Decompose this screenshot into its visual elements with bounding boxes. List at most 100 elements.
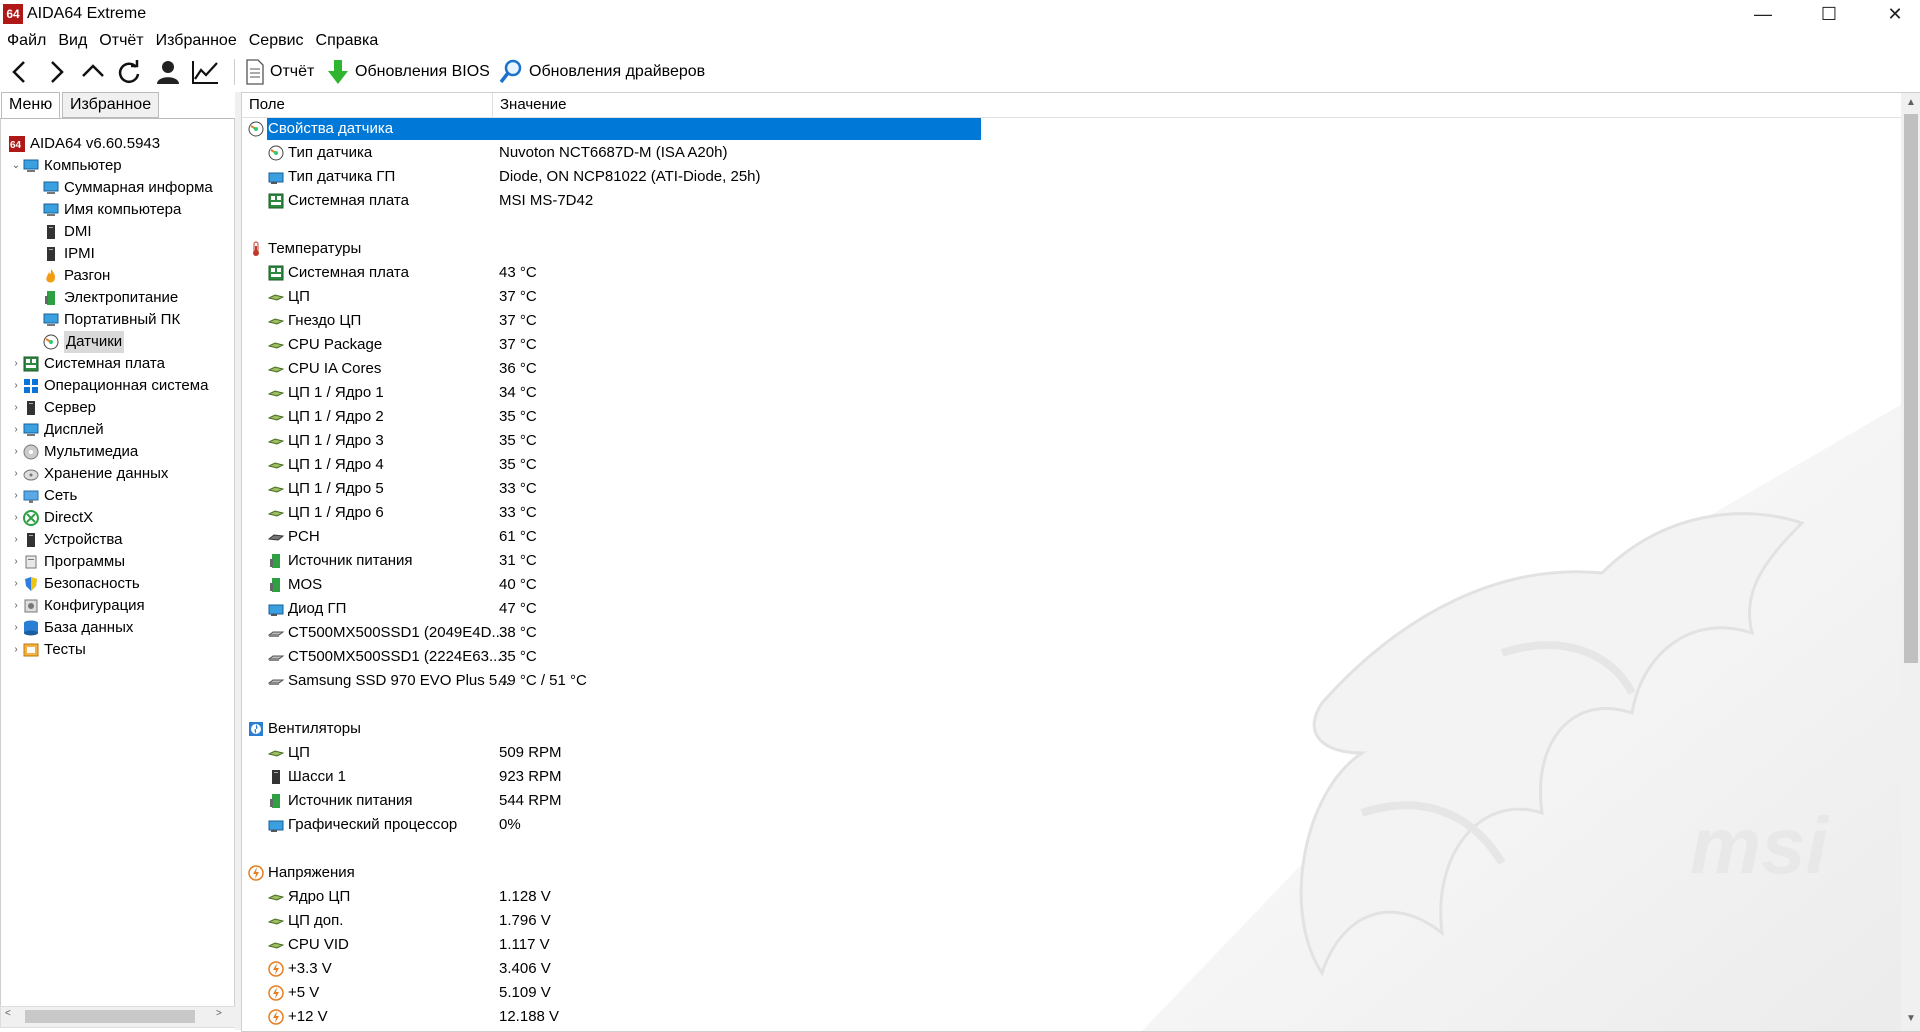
chevron-down-icon[interactable]: ⌄: [9, 155, 23, 177]
forward-button[interactable]: [44, 57, 68, 87]
section-header[interactable]: Вентиляторы: [242, 717, 1642, 741]
tree-item[interactable]: › Тесты: [9, 639, 86, 661]
chevron-right-icon[interactable]: ›: [9, 529, 23, 551]
chevron-right-icon[interactable]: ›: [9, 639, 23, 661]
section-header[interactable]: Свойства датчика: [242, 117, 1642, 141]
menu-service[interactable]: Сервис: [242, 30, 309, 52]
tree-item[interactable]: › Системная плата: [9, 353, 165, 375]
section-header[interactable]: Температуры: [242, 237, 1642, 261]
chevron-right-icon[interactable]: ›: [9, 353, 23, 375]
sensor-row[interactable]: CT500MX500SSD1 (2224E63... 35 °C: [242, 645, 1642, 669]
sensor-row[interactable]: ЦП доп. 1.796 V: [242, 909, 1642, 933]
tree-item[interactable]: › DirectX: [9, 507, 93, 529]
sensor-row[interactable]: Источник питания 544 RPM: [242, 789, 1642, 813]
tree-item[interactable]: DMI: [43, 221, 92, 243]
chevron-right-icon[interactable]: ›: [9, 595, 23, 617]
tree-item[interactable]: › Сеть: [9, 485, 77, 507]
sensor-row[interactable]: +5 V 5.109 V: [242, 981, 1642, 1005]
column-field[interactable]: Поле: [242, 93, 493, 117]
sensor-row[interactable]: ЦП 509 RPM: [242, 741, 1642, 765]
sensor-row[interactable]: PCH 61 °C: [242, 525, 1642, 549]
scroll-left-icon[interactable]: <: [5, 1008, 11, 1019]
chevron-right-icon[interactable]: ›: [9, 397, 23, 419]
sensor-row[interactable]: +3.3 V 3.406 V: [242, 957, 1642, 981]
chevron-right-icon[interactable]: ›: [9, 441, 23, 463]
details-vertical-scrollbar[interactable]: ▲ ▼: [1901, 93, 1920, 1031]
chevron-right-icon[interactable]: ›: [9, 617, 23, 639]
sensor-row[interactable]: Источник питания 31 °C: [242, 549, 1642, 573]
tree-item[interactable]: › Мультимедиа: [9, 441, 138, 463]
sensor-row[interactable]: Диод ГП 47 °C: [242, 597, 1642, 621]
sensor-row[interactable]: ЦП 1 / Ядро 4 35 °C: [242, 453, 1642, 477]
tab-menu[interactable]: Меню: [1, 92, 61, 119]
chevron-right-icon[interactable]: ›: [9, 375, 23, 397]
chevron-right-icon[interactable]: ›: [9, 463, 23, 485]
sensor-row[interactable]: Гнездо ЦП 37 °C: [242, 309, 1642, 333]
scroll-up-icon[interactable]: ▲: [1901, 93, 1920, 113]
chevron-right-icon[interactable]: ›: [9, 485, 23, 507]
menu-file[interactable]: Файл: [0, 30, 51, 52]
tree-item[interactable]: ⌄ Компьютер: [9, 155, 122, 177]
driver-update-button[interactable]: Обновления драйверов: [498, 57, 705, 87]
section-header[interactable]: Напряжения: [242, 861, 1642, 885]
scroll-down-icon[interactable]: ▼: [1901, 1009, 1920, 1029]
close-button[interactable]: ✕: [1872, 0, 1918, 28]
tree-item[interactable]: › База данных: [9, 617, 133, 639]
sensor-row[interactable]: ЦП 1 / Ядро 5 33 °C: [242, 477, 1642, 501]
tree-item[interactable]: IPMI: [43, 243, 95, 265]
tree-item[interactable]: Суммарная информа: [43, 177, 213, 199]
sensor-row[interactable]: Ядро ЦП 1.128 V: [242, 885, 1642, 909]
sensor-row[interactable]: ЦП 1 / Ядро 6 33 °C: [242, 501, 1642, 525]
chevron-right-icon[interactable]: ›: [9, 573, 23, 595]
sensor-row[interactable]: Системная плата 43 °C: [242, 261, 1642, 285]
chevron-right-icon[interactable]: ›: [9, 507, 23, 529]
sensor-row[interactable]: CPU VID 1.117 V: [242, 933, 1642, 957]
up-button[interactable]: [80, 57, 106, 87]
sensor-row[interactable]: ЦП 1 / Ядро 1 34 °C: [242, 381, 1642, 405]
sensor-row[interactable]: ЦП 1 / Ядро 3 35 °C: [242, 429, 1642, 453]
tree-item[interactable]: › Операционная система: [9, 375, 208, 397]
chevron-right-icon[interactable]: ›: [9, 419, 23, 441]
refresh-button[interactable]: [116, 57, 142, 87]
sensor-row[interactable]: MOS 40 °C: [242, 573, 1642, 597]
tree-item[interactable]: Электропитание: [43, 287, 178, 309]
sensor-row[interactable]: Тип датчика ГП Diode, ON NCP81022 (ATI-Di…: [242, 165, 1642, 189]
tree-item[interactable]: Датчики: [43, 331, 125, 353]
sensor-row[interactable]: Тип датчика Nuvoton NCT6687D-M (ISA A20h): [242, 141, 1642, 165]
tree-item[interactable]: › Безопасность: [9, 573, 139, 595]
scrollbar-thumb[interactable]: [25, 1010, 195, 1023]
tree-item[interactable]: › Сервер: [9, 397, 96, 419]
scrollbar-thumb[interactable]: [1904, 114, 1918, 663]
sensor-row[interactable]: CPU IA Cores 36 °C: [242, 357, 1642, 381]
sensor-row[interactable]: Samsung SSD 970 EVO Plus 5... 49 °C / 51 …: [242, 669, 1642, 693]
tree-item[interactable]: › Программы: [9, 551, 125, 573]
sensor-row[interactable]: CPU Package 37 °C: [242, 333, 1642, 357]
tree-horizontal-scrollbar[interactable]: < >: [0, 1006, 237, 1028]
report-button[interactable]: Отчёт: [245, 57, 314, 87]
back-button[interactable]: [8, 57, 32, 87]
menu-favorites[interactable]: Избранное: [149, 30, 242, 52]
maximize-button[interactable]: ☐: [1806, 0, 1852, 28]
bios-update-button[interactable]: Обновления BIOS: [326, 57, 490, 87]
scroll-right-icon[interactable]: >: [216, 1008, 222, 1019]
tree-item[interactable]: Имя компьютера: [43, 199, 181, 221]
user-button[interactable]: [154, 57, 182, 87]
sensor-row[interactable]: Шасси 1 923 RPM: [242, 765, 1642, 789]
minimize-button[interactable]: —: [1740, 0, 1786, 28]
sensor-row[interactable]: ЦП 1 / Ядро 2 35 °C: [242, 405, 1642, 429]
sensor-row[interactable]: +12 V 12.188 V: [242, 1005, 1642, 1029]
sensor-row[interactable]: Системная плата MSI MS-7D42: [242, 189, 1642, 213]
tree-item[interactable]: › Конфигурация: [9, 595, 144, 617]
tab-favorites[interactable]: Избранное: [62, 92, 160, 118]
chart-button[interactable]: [190, 57, 220, 87]
sensor-row[interactable]: ЦП 37 °C: [242, 285, 1642, 309]
sensor-row[interactable]: CT500MX500SSD1 (2049E4D... 38 °C: [242, 621, 1642, 645]
chevron-right-icon[interactable]: ›: [9, 551, 23, 573]
menu-report[interactable]: Отчёт: [92, 30, 148, 52]
tree-item[interactable]: › Хранение данных: [9, 463, 168, 485]
tree-item[interactable]: › Дисплей: [9, 419, 103, 441]
column-value[interactable]: Значение: [493, 93, 700, 117]
menu-view[interactable]: Вид: [51, 30, 92, 52]
tree-item[interactable]: › Устройства: [9, 529, 122, 551]
tree-item[interactable]: 64 AIDA64 v6.60.5943: [9, 133, 160, 155]
